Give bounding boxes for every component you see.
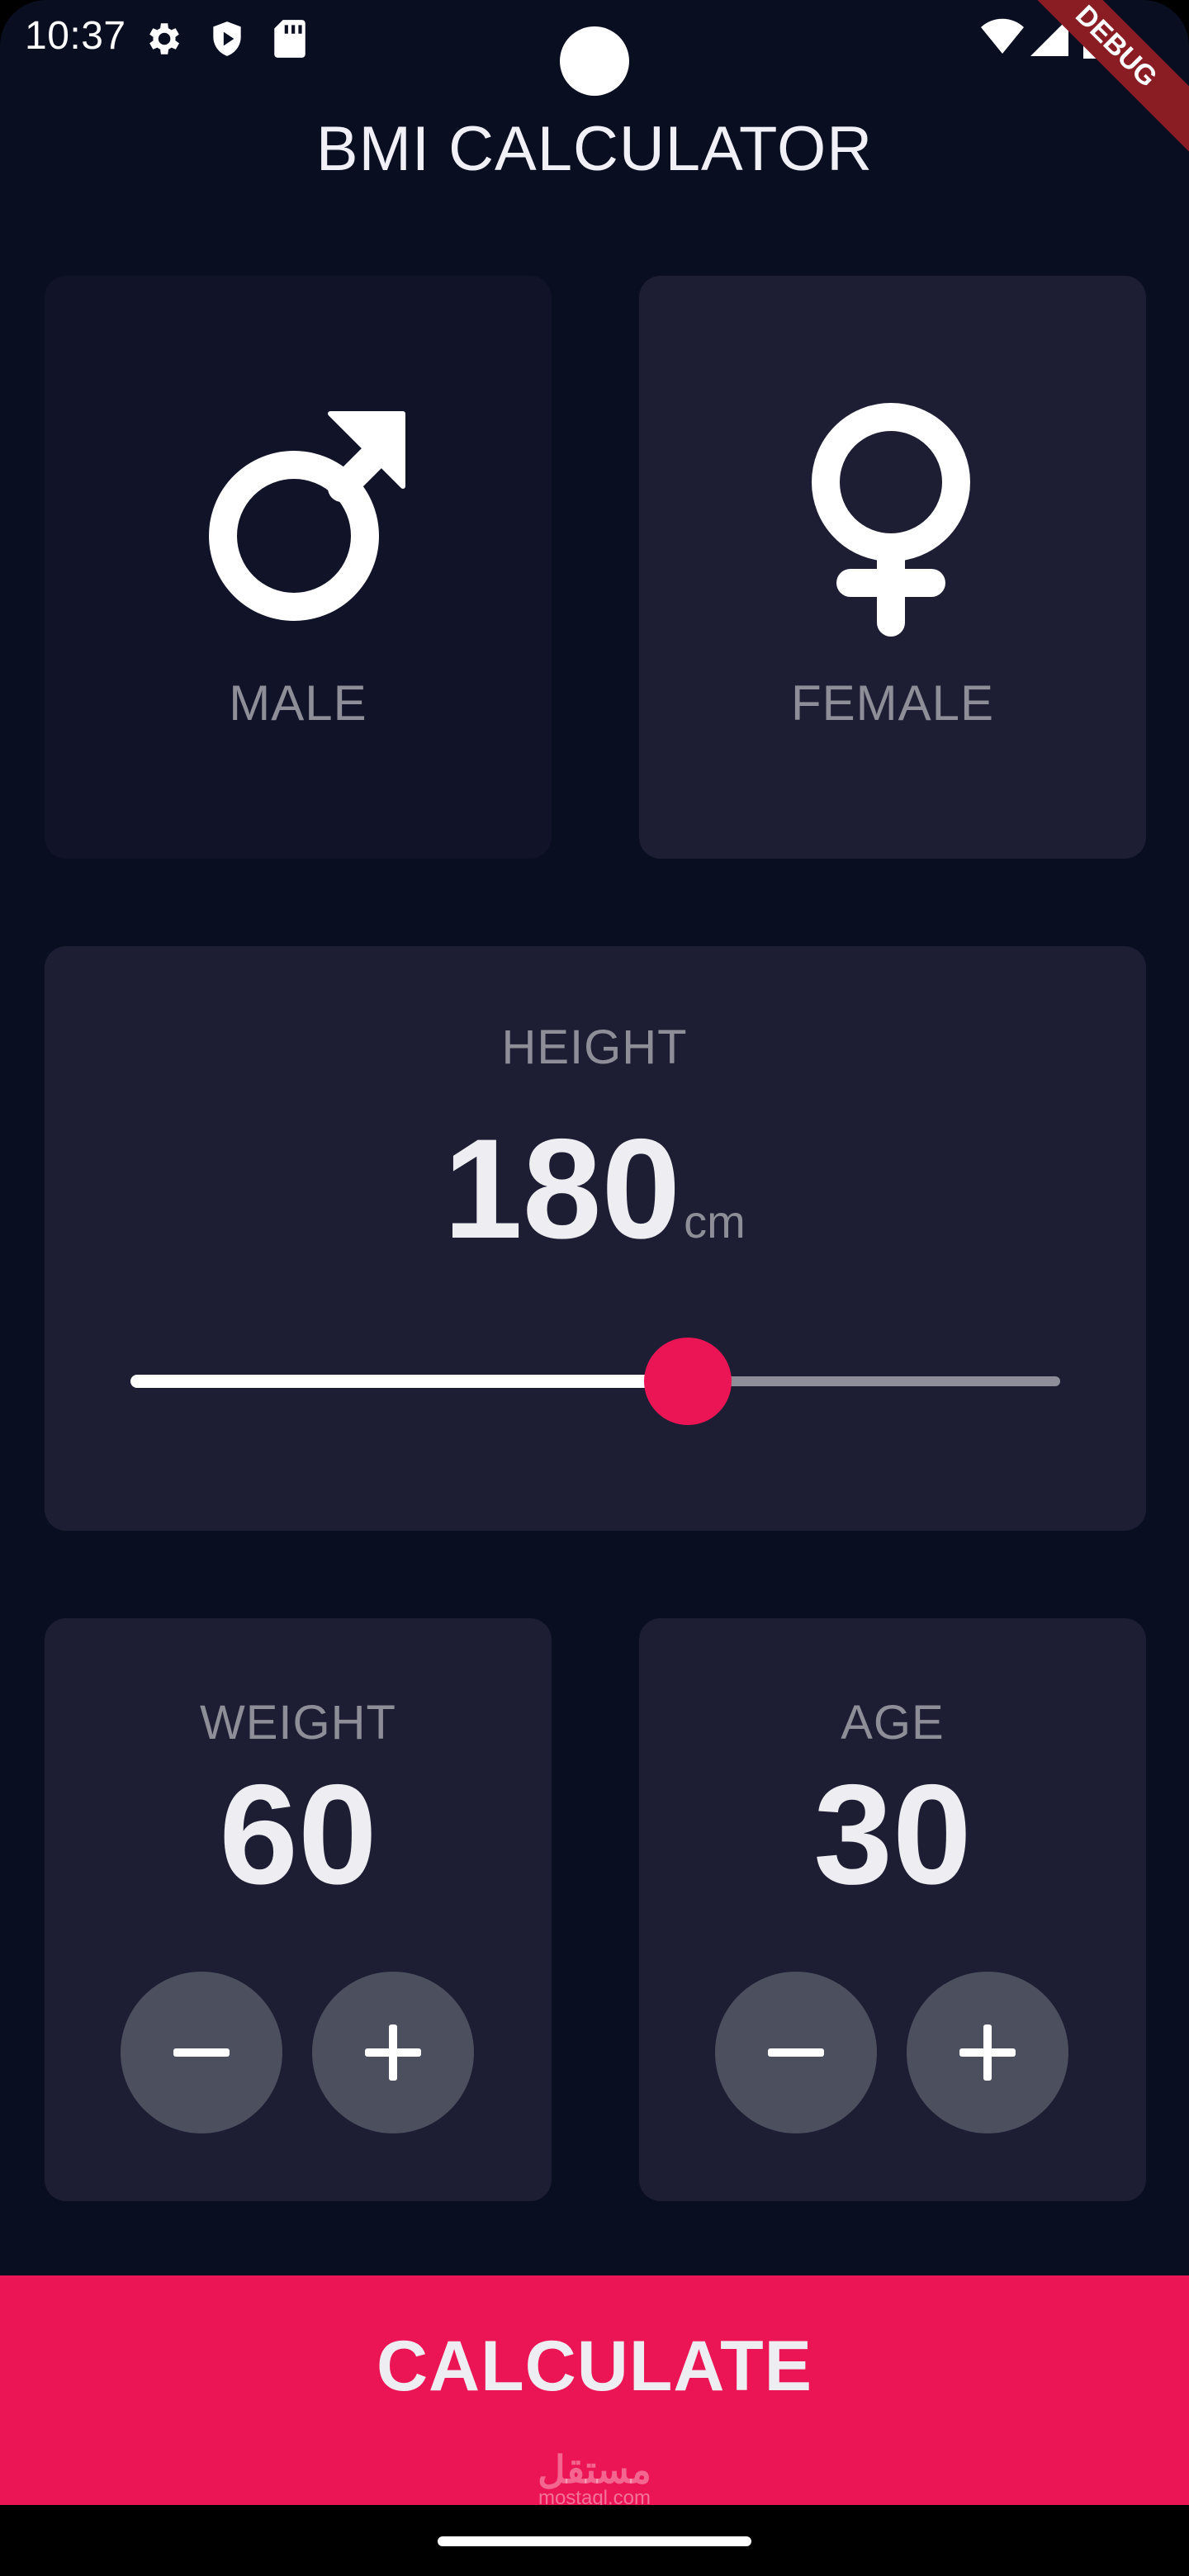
weight-value: 60: [219, 1755, 377, 1914]
minus-icon: [173, 2048, 230, 2057]
female-label: FEMALE: [790, 675, 995, 731]
plus-icon: [365, 2024, 421, 2081]
height-slider-thumb[interactable]: [644, 1338, 732, 1425]
status-time: 10:37: [25, 14, 126, 58]
weight-increment-button[interactable]: [312, 1972, 474, 2133]
age-increment-button[interactable]: [907, 1972, 1068, 2133]
app-screen: 10:37 DEBUG BMI CALCULATOR MALE FEMALE H…: [0, 0, 1189, 2576]
height-unit: cm: [684, 1196, 746, 1248]
shield-icon: [206, 18, 248, 64]
plus-icon: [959, 2024, 1016, 2081]
mars-icon: [193, 408, 408, 627]
weight-decrement-button[interactable]: [121, 1972, 282, 2133]
wifi-icon: [981, 18, 1024, 60]
sd-card-icon: [271, 18, 309, 64]
camera-cutout: [560, 26, 629, 96]
calculate-label: CALCULATE: [376, 2327, 813, 2406]
male-card[interactable]: MALE: [45, 276, 552, 859]
slider-track-active[interactable]: [130, 1375, 692, 1388]
age-decrement-button[interactable]: [715, 1972, 877, 2133]
home-indicator[interactable]: [438, 2536, 751, 2546]
calculate-button[interactable]: CALCULATE مستقل mostaql.com: [0, 2275, 1189, 2509]
age-card: AGE 30: [639, 1618, 1146, 2201]
male-label: MALE: [229, 675, 367, 731]
height-label: HEIGHT: [501, 1020, 688, 1074]
female-card[interactable]: FEMALE: [639, 276, 1146, 859]
age-label: AGE: [841, 1696, 945, 1750]
age-value: 30: [813, 1755, 972, 1914]
weight-label: WEIGHT: [200, 1696, 396, 1750]
height-readout: 180cm: [0, 1115, 1189, 1263]
navigation-bar: [0, 2505, 1189, 2576]
watermark-logo: مستقل: [538, 2448, 651, 2491]
page-title: BMI CALCULATOR: [315, 114, 874, 184]
weight-card: WEIGHT 60: [45, 1618, 552, 2201]
minus-icon: [768, 2048, 824, 2057]
slider-track-inactive[interactable]: [685, 1376, 1060, 1386]
height-value: 180: [443, 1110, 681, 1268]
venus-icon: [804, 398, 978, 642]
gear-icon: [142, 18, 183, 64]
